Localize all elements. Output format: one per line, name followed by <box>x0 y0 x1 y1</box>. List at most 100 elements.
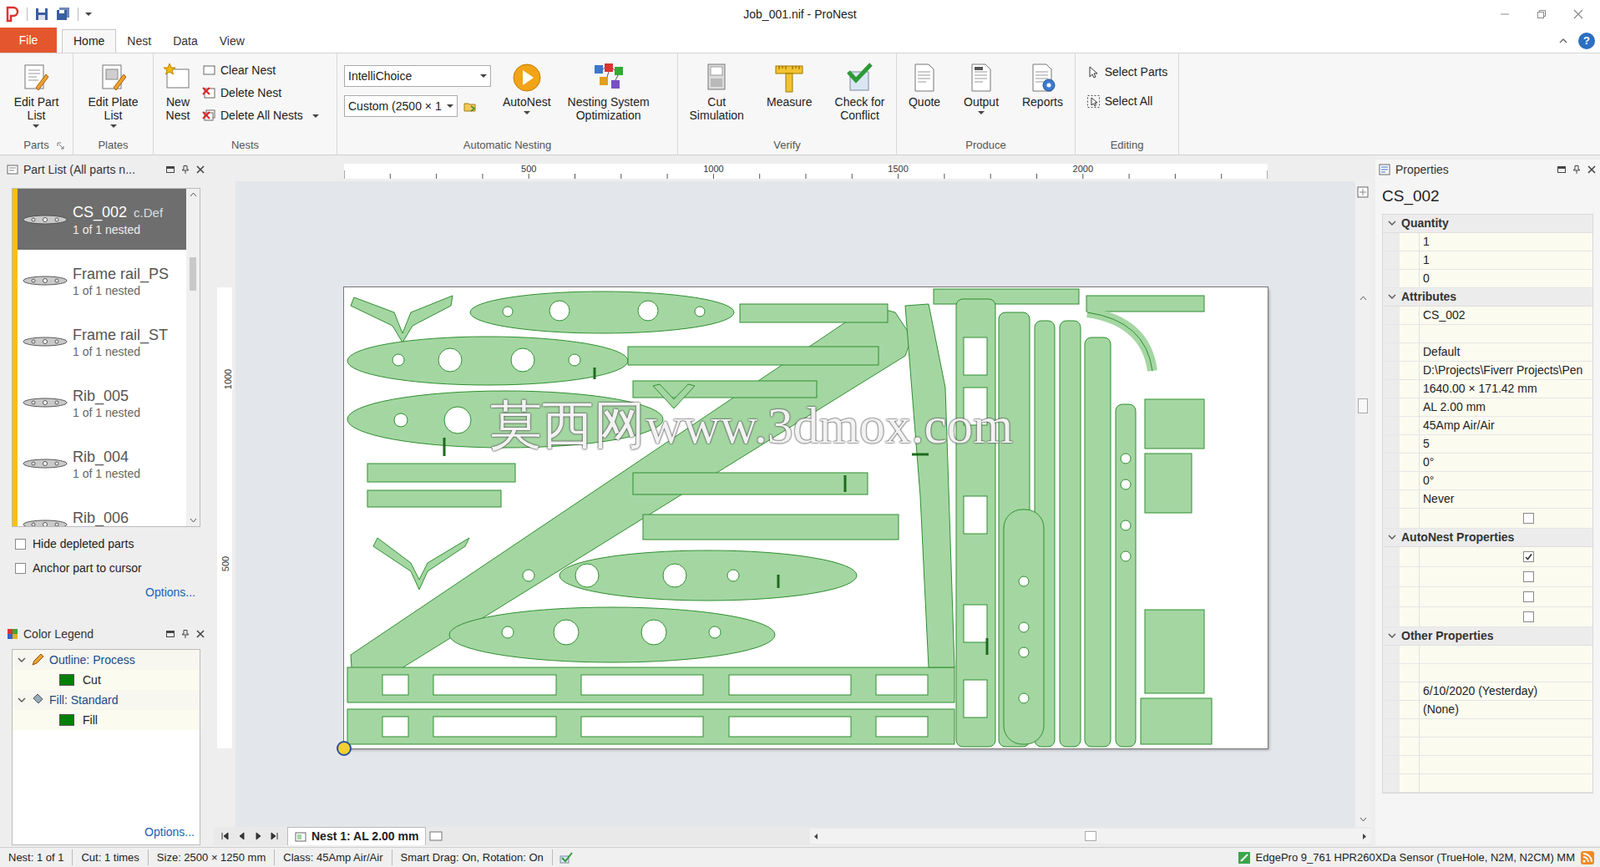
color-legend-options-link[interactable]: Options... <box>144 823 195 841</box>
help-button[interactable]: ? <box>1578 32 1595 50</box>
edit-part-list-button[interactable]: Edit PartList <box>9 53 65 128</box>
part-list-scrollbar[interactable] <box>186 188 200 527</box>
save-all-icon[interactable] <box>55 6 71 22</box>
verify-icon[interactable] <box>559 851 573 864</box>
property-row[interactable] <box>1382 324 1593 344</box>
property-section-header[interactable]: AutoNest Properties <box>1382 528 1593 547</box>
expander-icon[interactable] <box>17 695 26 704</box>
expander-icon[interactable] <box>1387 532 1397 542</box>
part-list-item[interactable]: Rib_0051 of 1 nested <box>12 371 187 433</box>
property-row[interactable]: 0° <box>1382 471 1593 491</box>
property-row[interactable] <box>1382 718 1593 738</box>
property-row[interactable]: 5 <box>1382 435 1593 454</box>
nest-nav-icon[interactable] <box>253 831 263 841</box>
nest-drawing[interactable] <box>344 287 1268 749</box>
close-icon[interactable] <box>195 164 206 175</box>
property-row[interactable] <box>1382 567 1593 588</box>
property-row[interactable] <box>1382 774 1593 793</box>
minimize-icon[interactable] <box>1499 9 1510 20</box>
vertical-scrollbar[interactable] <box>1355 181 1371 827</box>
customize-toolbar-button[interactable] <box>85 12 92 16</box>
property-row[interactable]: 1 <box>1382 251 1593 270</box>
part-list-option[interactable]: Anchor part to cursor <box>15 559 198 578</box>
expander-icon[interactable] <box>1387 218 1397 228</box>
close-icon[interactable] <box>1586 164 1597 175</box>
feed-icon[interactable] <box>1579 850 1595 866</box>
scroll-left-icon[interactable] <box>813 832 819 841</box>
property-row[interactable] <box>1382 737 1593 756</box>
plate-size-browse-button[interactable] <box>462 99 477 114</box>
nesting-system-optimization-button[interactable]: Nesting SystemOptimization <box>562 53 655 122</box>
file-tab[interactable]: File <box>0 27 57 53</box>
autonest-button[interactable]: AutoNest <box>497 53 557 115</box>
scroll-thumb[interactable] <box>1084 830 1097 841</box>
measure-button[interactable]: Measure <box>761 53 817 109</box>
property-row[interactable] <box>1382 587 1593 608</box>
property-row[interactable]: 45Amp Air/Air <box>1382 416 1593 436</box>
scroll-up-icon[interactable] <box>189 192 198 198</box>
reports-button[interactable]: Reports <box>1017 53 1069 109</box>
machine-status[interactable]: EdgePro 9_761 HPR260XDa Sensor (TrueHole… <box>1232 849 1600 866</box>
ribbon-tab[interactable]: View <box>208 29 256 53</box>
close-icon[interactable] <box>195 628 206 639</box>
property-row[interactable] <box>1382 663 1593 683</box>
property-row[interactable]: 6/10/2020 (Yesterday) <box>1382 682 1593 701</box>
float-icon[interactable] <box>165 164 176 175</box>
property-row[interactable] <box>1382 645 1593 664</box>
delete-all-nests-button[interactable]: Delete All Nests <box>202 106 319 125</box>
property-row[interactable] <box>1382 607 1593 628</box>
expander-icon[interactable] <box>17 655 26 664</box>
ribbon-tab[interactable]: Nest <box>116 29 163 53</box>
cut-simulation-button[interactable]: CutSimulation <box>684 53 750 122</box>
ribbon-tab[interactable]: Home <box>61 29 117 53</box>
property-checkbox[interactable] <box>1523 571 1535 583</box>
collapse-ribbon-icon[interactable] <box>1558 36 1569 46</box>
property-section-header[interactable]: Attributes <box>1382 288 1593 307</box>
part-list-item[interactable]: Rib_006 <box>12 493 187 527</box>
pin-icon[interactable] <box>1571 164 1582 175</box>
nest-canvas[interactable]: 莫西网www.3dmox.com <box>235 181 1356 827</box>
option-checkbox[interactable] <box>15 562 26 574</box>
ribbon-tab[interactable]: Data <box>162 29 209 53</box>
property-row[interactable]: 0 <box>1382 269 1593 289</box>
property-section-header[interactable]: Other Properties <box>1382 627 1593 646</box>
scroll-thumb[interactable] <box>189 257 197 291</box>
select-all-button[interactable]: Select All <box>1086 92 1168 111</box>
property-row[interactable]: 1640.00 × 171.42 mm <box>1382 379 1593 399</box>
part-list-item[interactable]: Frame rail_PS1 of 1 nested <box>12 249 187 311</box>
property-row[interactable]: 0° <box>1382 453 1593 472</box>
pin-icon[interactable] <box>180 164 191 175</box>
scroll-down-icon[interactable] <box>189 517 198 523</box>
nest-nav-icon[interactable] <box>237 831 246 841</box>
new-nest-tab-icon[interactable] <box>429 830 443 841</box>
property-row[interactable]: CS_002 <box>1382 306 1593 325</box>
select-parts-button[interactable]: Select Parts <box>1086 63 1168 82</box>
scroll-right-icon[interactable] <box>1362 832 1368 841</box>
property-checkbox[interactable] <box>1523 551 1535 563</box>
scroll-down-icon[interactable] <box>1359 816 1368 822</box>
nesting-strategy-combo[interactable]: IntelliChoice <box>344 65 492 87</box>
close-window-icon[interactable] <box>1573 9 1584 20</box>
restore-icon[interactable] <box>1536 9 1547 20</box>
delete-nest-button[interactable]: Delete Nest <box>202 84 319 102</box>
option-checkbox[interactable] <box>15 538 26 550</box>
scroll-up-icon[interactable] <box>1359 295 1368 301</box>
expander-icon[interactable] <box>1387 631 1397 640</box>
part-list-item[interactable]: CS_002c.Def1 of 1 nested <box>12 188 187 250</box>
property-row[interactable]: (None) <box>1382 700 1593 719</box>
float-icon[interactable] <box>165 628 176 639</box>
clear-nest-button[interactable]: Clear Nest <box>202 61 319 80</box>
new-nest-button[interactable]: NewNest <box>156 53 199 122</box>
dialog-launcher-icon[interactable] <box>56 141 65 150</box>
part-list-item[interactable]: Frame rail_ST1 of 1 nested <box>12 310 187 372</box>
plate[interactable]: 莫西网www.3dmox.com <box>344 287 1268 749</box>
nest-nav-icon[interactable] <box>270 831 279 841</box>
expander-icon[interactable] <box>1387 292 1397 301</box>
property-row[interactable] <box>1382 508 1593 529</box>
property-row[interactable] <box>1382 755 1593 775</box>
property-checkbox[interactable] <box>1523 591 1535 603</box>
property-row[interactable]: AL 2.00 mm <box>1382 398 1593 417</box>
property-checkbox[interactable] <box>1523 611 1535 623</box>
output-button[interactable]: Output <box>958 53 1004 115</box>
property-row[interactable] <box>1382 546 1593 568</box>
